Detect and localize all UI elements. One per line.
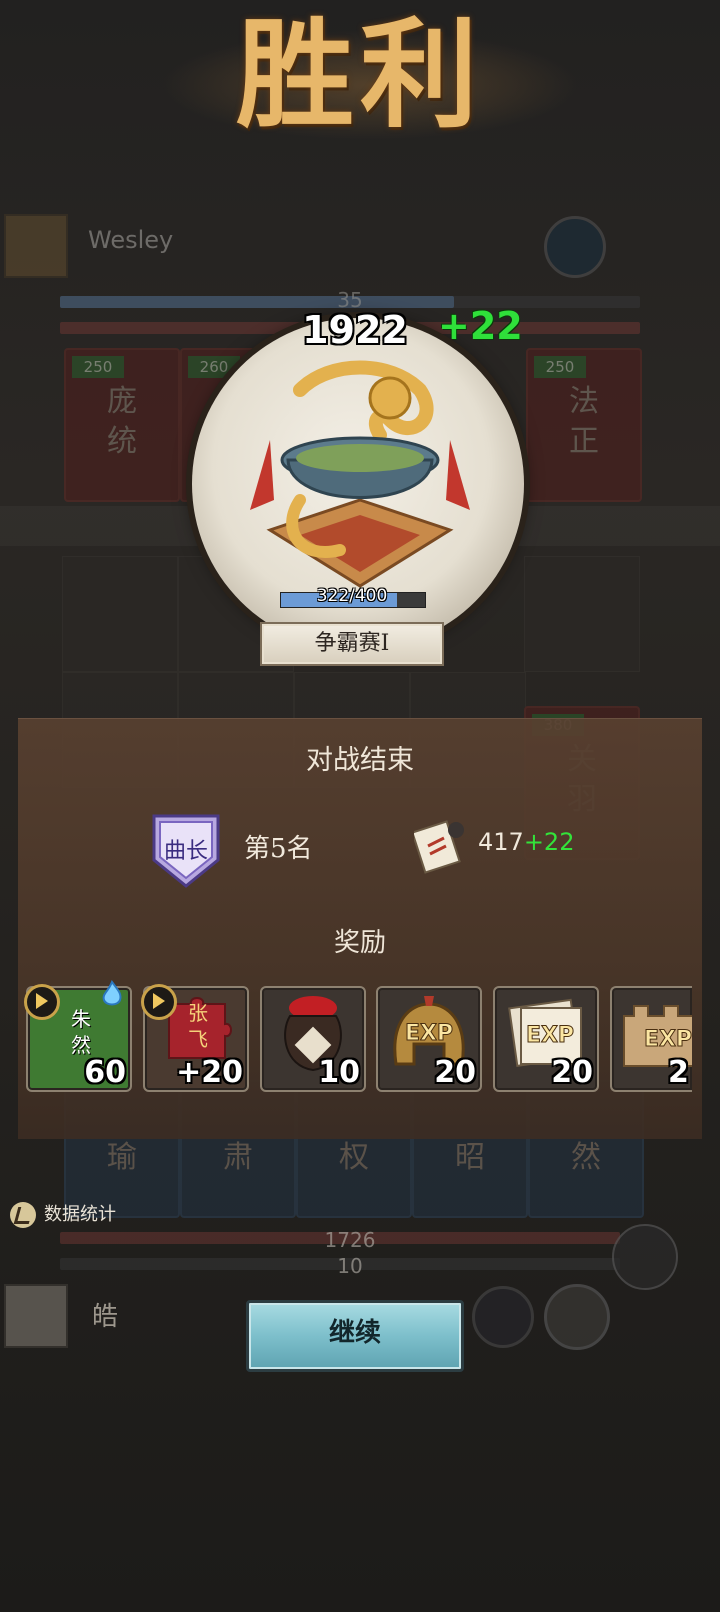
card-name: 昭	[455, 1140, 485, 1175]
rank-badge-text: 曲长	[164, 839, 208, 864]
league-name: 争霸赛I	[260, 622, 444, 666]
rank-exp-text: 322/400	[316, 586, 388, 606]
card-cost: 250	[534, 356, 586, 378]
reward-item-wine[interactable]: 10	[260, 986, 366, 1092]
rewards-heading: 奖励	[333, 928, 386, 958]
play-icon[interactable]	[141, 984, 177, 1020]
rank-badge-icon: 曲长	[152, 814, 220, 888]
top-player-emote-icon	[544, 216, 606, 278]
bottom-bar-value: 1726	[324, 1228, 376, 1252]
points-text: 417+22	[478, 828, 574, 856]
card-cost: 250	[72, 356, 124, 378]
top-player-avatar	[4, 214, 68, 278]
battle-over-heading: 对战结束	[306, 745, 414, 776]
reward-qty: 60	[84, 1055, 126, 1090]
card-name: 庞统	[102, 382, 142, 462]
emote-icon	[472, 1286, 534, 1348]
reward-qty: 10	[318, 1055, 360, 1090]
quill-icon	[10, 1202, 36, 1228]
flame-icon	[102, 980, 122, 1006]
card-name: 权	[339, 1140, 369, 1175]
dragon-cauldron-icon	[250, 360, 470, 588]
bottom-player-name: 皓	[92, 1302, 119, 1332]
reward-qty: +20	[176, 1055, 243, 1090]
deck-icon	[612, 1224, 678, 1290]
card-name-char: 统	[107, 424, 137, 459]
card-name: 肃	[223, 1140, 253, 1175]
reward-label: 朱然	[71, 1007, 91, 1057]
chat-icon	[544, 1284, 610, 1350]
scroll-points-icon	[414, 820, 464, 874]
reward-item-exp-helmet[interactable]: EXP 20	[376, 986, 482, 1092]
reward-item-exp-book[interactable]: EXP 20	[493, 986, 599, 1092]
bottom-player-avatar	[4, 1284, 68, 1348]
points-delta: +22	[523, 828, 575, 856]
card-name-char: 庞	[107, 384, 137, 419]
board-cell	[524, 556, 640, 672]
card-name: 法正	[564, 382, 604, 462]
card-name-char: 法	[569, 384, 599, 419]
points-value: 417	[478, 828, 524, 856]
placement-text: 第5名	[244, 834, 313, 864]
top-player-name: Wesley	[88, 226, 174, 254]
reward-label: EXP	[526, 1023, 574, 1048]
reward-item-exp-wall[interactable]: EXP 2	[610, 986, 692, 1092]
card-name: 然	[571, 1140, 601, 1175]
card-name-char: 正	[569, 424, 599, 459]
data-stats-label: 数据统计	[44, 1204, 116, 1225]
reward-qty: 20	[434, 1055, 476, 1090]
play-icon[interactable]	[24, 984, 60, 1020]
data-stats-button[interactable]: 数据统计	[10, 1200, 116, 1228]
board-card: 250 法正	[526, 348, 642, 502]
board-cell	[62, 556, 178, 672]
rank-score: 1922	[302, 308, 408, 352]
reward-label: EXP	[405, 1021, 453, 1046]
board-card: 250 庞统	[64, 348, 180, 502]
reward-qty: 20	[551, 1055, 593, 1090]
reward-label: EXP	[644, 1027, 692, 1052]
victory-title: 胜利	[235, 5, 484, 144]
reward-label: 张飞	[188, 1001, 208, 1051]
card-name: 瑜	[107, 1140, 137, 1175]
bottom-bar-value-2: 10	[337, 1254, 363, 1278]
reward-qty: 2	[668, 1055, 689, 1090]
continue-button[interactable]: 继续	[246, 1300, 464, 1372]
rank-score-delta: +22	[438, 304, 523, 348]
